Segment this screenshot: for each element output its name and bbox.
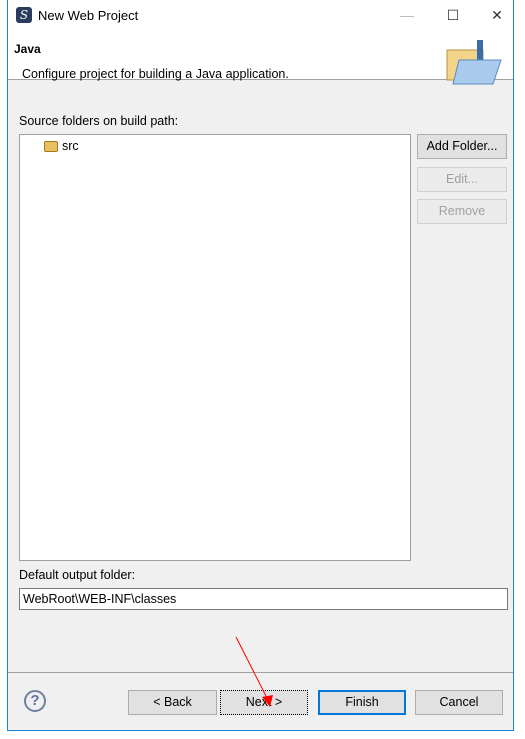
annotation-arrow bbox=[235, 636, 273, 707]
